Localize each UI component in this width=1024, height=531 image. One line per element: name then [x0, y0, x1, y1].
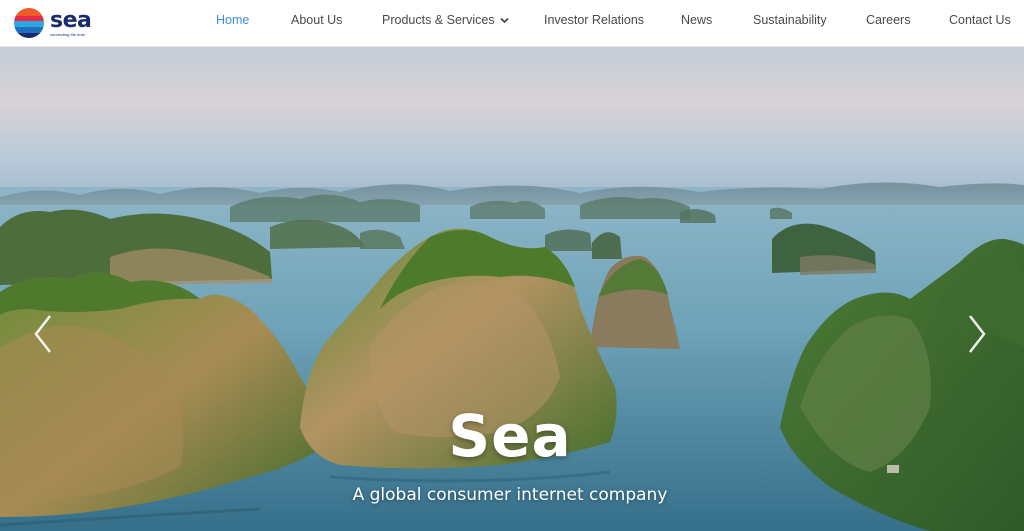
chevron-down-icon [499, 18, 509, 24]
nav-news[interactable]: News [681, 13, 712, 27]
site-header: sea connecting the dots Home About Us Pr… [0, 0, 1024, 47]
hero-carousel: Sea A global consumer internet company [0, 47, 1024, 531]
nav-products-services[interactable]: Products & Services [382, 13, 509, 27]
nav-sustainability[interactable]: Sustainability [753, 13, 827, 27]
hero-title: Sea [448, 402, 572, 470]
nav-investor-relations[interactable]: Investor Relations [544, 13, 644, 27]
chevron-right-icon[interactable] [962, 312, 992, 356]
main-nav: Home About Us Products & Services Invest… [0, 0, 1024, 46]
nav-products-services-label: Products & Services [382, 13, 495, 27]
nav-contact-us[interactable]: Contact Us [949, 13, 1011, 27]
page: sea connecting the dots Home About Us Pr… [0, 0, 1024, 531]
nav-careers[interactable]: Careers [866, 13, 910, 27]
hero-subtitle: A global consumer internet company [352, 485, 668, 505]
nav-home[interactable]: Home [216, 13, 249, 27]
nav-about-us[interactable]: About Us [291, 13, 342, 27]
chevron-left-icon[interactable] [28, 312, 58, 356]
